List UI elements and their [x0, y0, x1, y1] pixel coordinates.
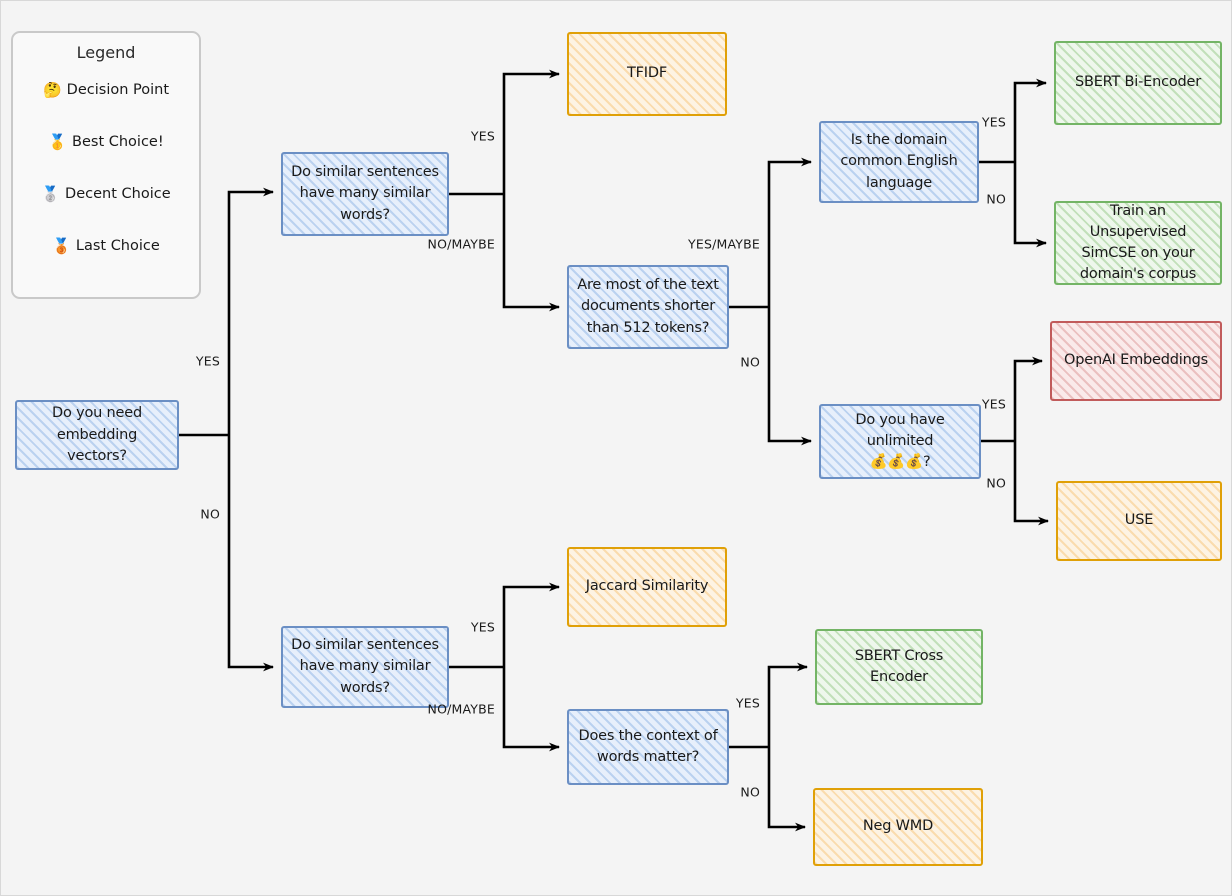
- node-context-matters[interactable]: Does the context of words matter?: [567, 709, 729, 785]
- edge-label-root-yes: YES: [195, 353, 220, 369]
- node-label: Neg WMD: [862, 818, 934, 835]
- node-label: SBERT Bi-Encoder: [1074, 74, 1202, 91]
- edge-similar-words-top-to-tfidf: [449, 74, 559, 196]
- edge-unlimited-money-to-use: [1013, 441, 1049, 526]
- gold-medal-icon: 🥇: [48, 132, 68, 151]
- silver-medal-icon: 🥈: [41, 184, 61, 203]
- node-unlimited-money[interactable]: Do you have unlimited 💰💰💰?: [819, 404, 981, 479]
- edge-need-embeddings-to-similar-words-bot: [227, 435, 274, 672]
- edge-label-money-yes: YES: [981, 396, 1006, 412]
- legend-item-last-choice: 🥉 Last Choice: [23, 226, 189, 266]
- bronze-medal-icon: 🥉: [52, 236, 71, 255]
- edge-docs-512-to-domain-english: [729, 162, 811, 309]
- node-docs-512[interactable]: Are most of the text documents shorter tha…: [567, 265, 729, 349]
- node-label: Are most of the text documents shorter tha…: [577, 277, 719, 336]
- edge-label-ctx-no: NO: [740, 784, 760, 800]
- edge-similar-words-bot-to-jaccard-similarity: [449, 587, 559, 669]
- edge-label-english-no: NO: [986, 191, 1006, 207]
- edge-similar-words-bot-to-context-matters: [502, 667, 560, 752]
- node-similar-words-bot[interactable]: Do similar sentences have many similar wor…: [281, 626, 449, 708]
- node-train-simcse[interactable]: Train an Unsupervised SimCSE on your domai…: [1054, 201, 1222, 285]
- legend-item-label: Decision Point: [66, 82, 170, 98]
- legend-title: Legend: [76, 43, 136, 62]
- edge-similar-words-top-to-docs-512: [502, 194, 560, 312]
- legend-item-label: Last Choice: [75, 238, 160, 254]
- node-label: Do you need embedding vectors?: [52, 405, 142, 464]
- node-sbert-cross-encoder[interactable]: SBERT Cross Encoder: [815, 629, 983, 705]
- node-label: SBERT Cross Encoder: [854, 647, 944, 685]
- edge-domain-english-to-train-simcse: [1013, 162, 1047, 248]
- node-label: Train an Unsupervised SimCSE on your domai…: [1079, 202, 1197, 283]
- edge-label-docs-yes-maybe: YES/MAYBE: [688, 236, 760, 252]
- node-label: Do similar sentences have many similar wor…: [291, 164, 439, 223]
- node-openai-embeddings[interactable]: OpenAI Embeddings: [1050, 321, 1222, 401]
- node-similar-words-top[interactable]: Do similar sentences have many similar wor…: [281, 152, 449, 236]
- legend-item-label: Decent Choice: [65, 186, 171, 202]
- edge-label-ctx-yes: YES: [735, 695, 760, 711]
- flowchart-canvas: Legend 🤔 Decision Point 🥇 Best Choice! 🥈…: [0, 0, 1232, 896]
- legend-item-best-choice: 🥇 Best Choice!: [23, 122, 189, 162]
- legend-item-decent-choice: 🥈 Decent Choice: [23, 174, 189, 214]
- edge-label-english-yes: YES: [981, 114, 1006, 130]
- edge-label-bot-yes: YES: [470, 619, 495, 635]
- edge-label-root-no: NO: [200, 506, 220, 522]
- node-tfidf[interactable]: TFIDF: [567, 32, 727, 116]
- thinking-face-icon: 🤔: [42, 80, 62, 99]
- edge-context-matters-to-neg-wmd: [767, 747, 806, 832]
- node-label: Do similar sentences have many similar wor…: [291, 637, 439, 696]
- node-label: Does the context of words matter?: [578, 727, 718, 765]
- node-label: TFIDF: [627, 65, 667, 82]
- node-label: USE: [1124, 512, 1154, 529]
- node-label: OpenAI Embeddings: [1064, 352, 1208, 369]
- node-label: Jaccard Similarity: [585, 578, 709, 595]
- edge-label-top-no-maybe: NO/MAYBE: [427, 236, 495, 252]
- node-label: Do you have unlimited 💰💰💰?: [855, 411, 945, 471]
- edge-label-money-no: NO: [986, 475, 1006, 491]
- legend-item-label: Best Choice!: [72, 134, 164, 150]
- node-sbert-bi-encoder[interactable]: SBERT Bi-Encoder: [1054, 41, 1222, 125]
- node-neg-wmd[interactable]: Neg WMD: [813, 788, 983, 866]
- edge-docs-512-to-unlimited-money: [767, 307, 812, 446]
- node-domain-english[interactable]: Is the domain common English language: [819, 121, 979, 203]
- node-need-embeddings[interactable]: Do you need embedding vectors?: [15, 400, 179, 470]
- edge-label-docs-no: NO: [740, 354, 760, 370]
- node-use[interactable]: USE: [1056, 481, 1222, 561]
- edge-label-bot-no-maybe: NO/MAYBE: [427, 701, 495, 717]
- node-jaccard-similarity[interactable]: Jaccard Similarity: [567, 547, 727, 627]
- legend-panel: Legend 🤔 Decision Point 🥇 Best Choice! 🥈…: [11, 31, 201, 299]
- edge-label-top-yes: YES: [470, 128, 495, 144]
- node-label: Is the domain common English language: [840, 132, 958, 191]
- legend-item-decision-point: 🤔 Decision Point: [23, 70, 189, 110]
